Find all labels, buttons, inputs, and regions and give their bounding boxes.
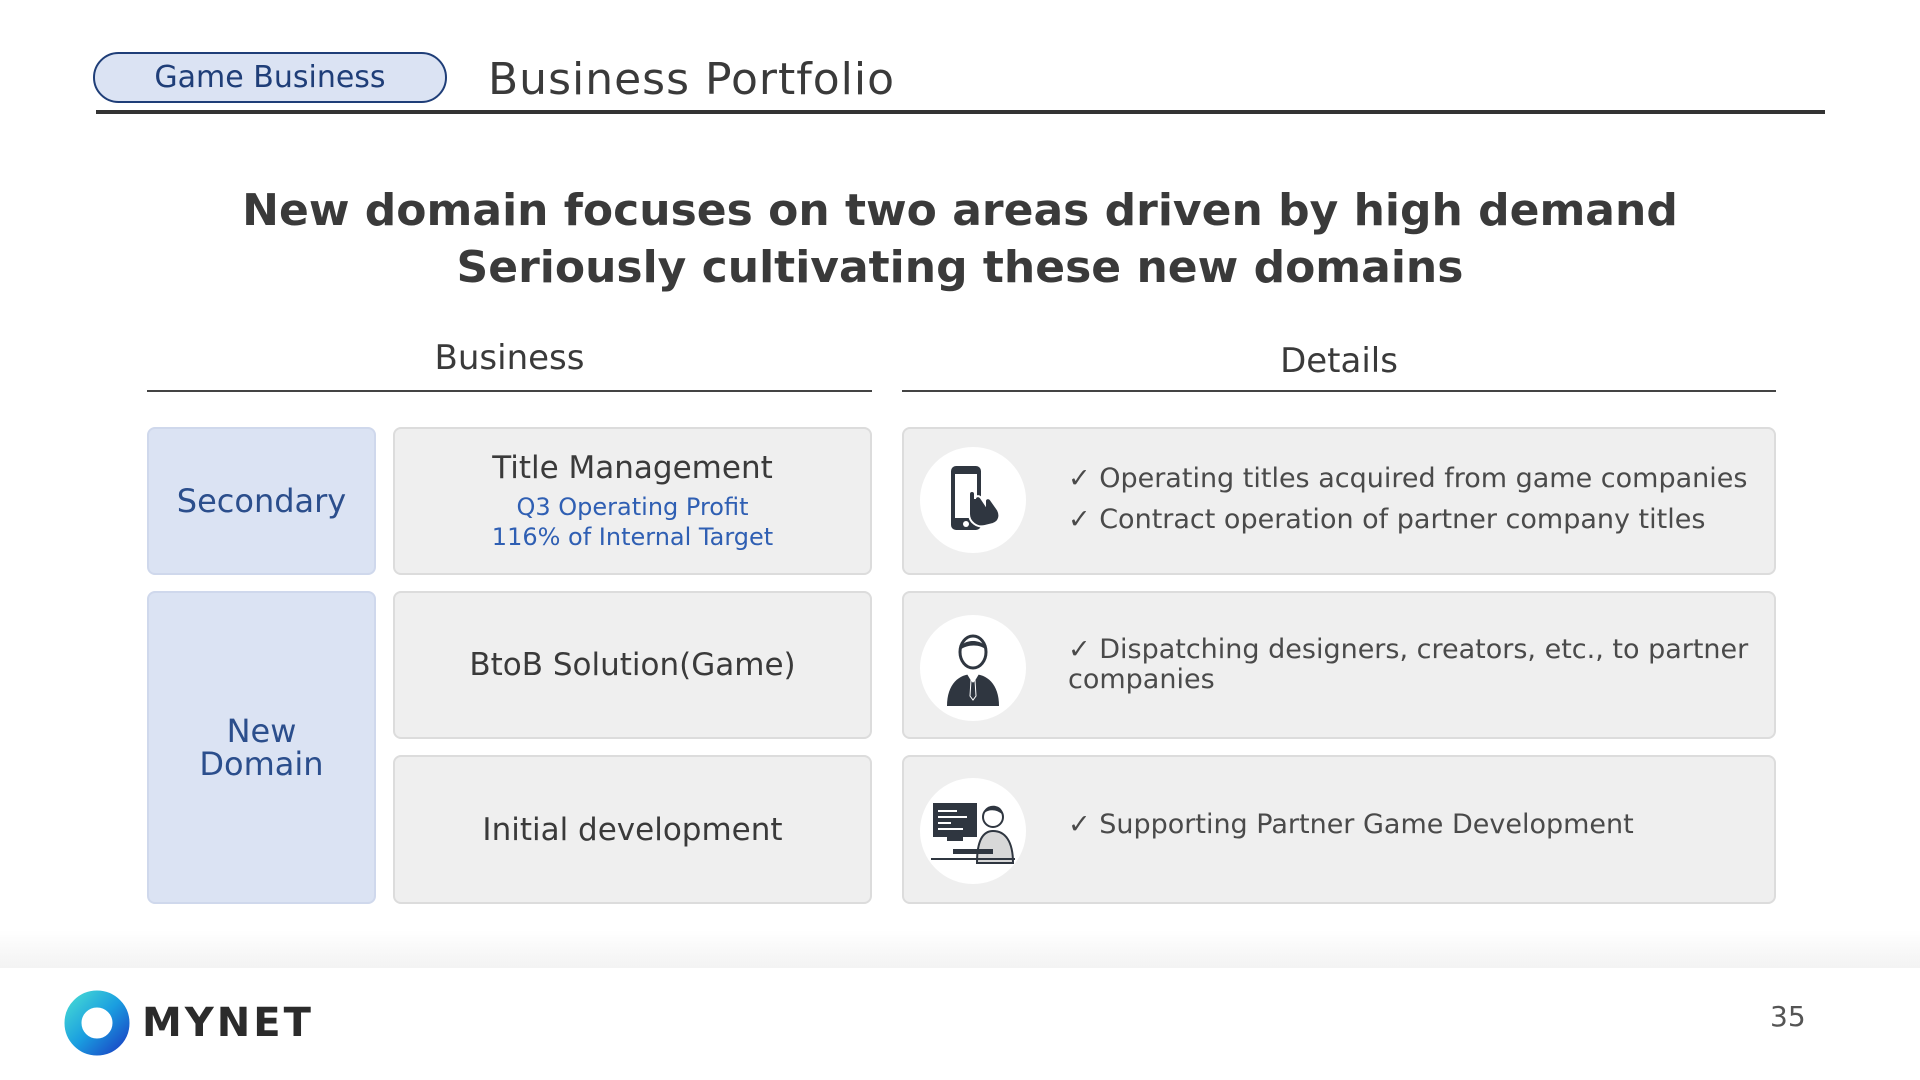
category-new-domain-label-1: New <box>226 711 297 750</box>
detail-title-management-text: ✓ Operating titles acquired from game co… <box>1068 463 1754 545</box>
column-divider-details <box>902 390 1776 392</box>
column-divider-business <box>147 390 872 392</box>
detail-btob-solution: ✓ Dispatching designers, creators, etc.,… <box>902 591 1776 739</box>
developer-at-computer-icon <box>920 778 1026 884</box>
category-secondary-label: Secondary <box>176 481 347 520</box>
smartphone-touch-icon <box>920 447 1026 553</box>
business-title-management-label: Title Management <box>492 450 773 486</box>
detail-title-management: ✓ Operating titles acquired from game co… <box>902 427 1776 575</box>
detail-item: ✓ Operating titles acquired from game co… <box>1068 463 1748 494</box>
business-btob-solution-label: BtoB Solution(Game) <box>469 647 796 683</box>
brand-name: MYNET <box>142 1000 314 1046</box>
footer-fade <box>0 930 1920 970</box>
detail-btob-solution-text: ✓ Dispatching designers, creators, etc.,… <box>1068 634 1749 695</box>
detail-item: ✓ Contract operation of partner company … <box>1068 504 1706 535</box>
column-header-details: Details <box>1280 341 1398 381</box>
title-management-profit-label: Q3 Operating Profit <box>516 493 749 521</box>
detail-initial-development: ✓ Supporting Partner Game Development <box>902 755 1776 904</box>
category-new-domain: New Domain <box>147 591 376 904</box>
title-management-target-label: 116% of Internal Target <box>491 523 774 551</box>
category-secondary: Secondary <box>147 427 376 575</box>
mynet-ring-icon <box>64 990 130 1056</box>
headline: New domain focuses on two areas driven b… <box>0 182 1920 296</box>
category-new-domain-label-2: Domain <box>199 744 324 783</box>
page-number: 35 <box>1770 1000 1806 1033</box>
brand-logo: MYNET <box>64 990 314 1056</box>
business-initial-development: Initial development <box>393 755 872 904</box>
business-btob-solution: BtoB Solution(Game) <box>393 591 872 739</box>
section-tag: Game Business <box>93 52 447 103</box>
column-header-business: Business <box>434 338 585 378</box>
detail-initial-development-text: ✓ Supporting Partner Game Development <box>1068 809 1634 840</box>
business-person-icon <box>920 615 1026 721</box>
headline-line-2: Seriously cultivating these new domains <box>456 242 1464 293</box>
title-divider <box>96 110 1825 114</box>
business-title-management: Title Management Q3 Operating Profit 116… <box>393 427 872 575</box>
business-initial-development-label: Initial development <box>482 811 783 848</box>
headline-line-1: New domain focuses on two areas driven b… <box>242 185 1678 236</box>
slide: Game Business Business Portfolio New dom… <box>0 0 1920 968</box>
page-title: Business Portfolio <box>488 54 896 105</box>
